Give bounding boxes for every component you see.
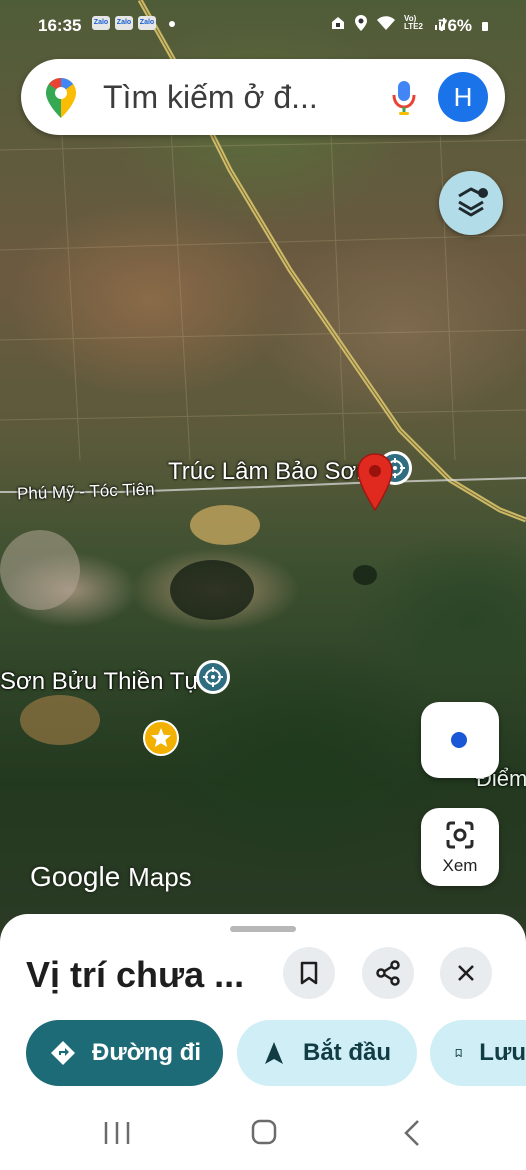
place-title: Vị trí chưa ... [26,954,245,995]
close-button[interactable] [440,947,492,999]
directions-button[interactable]: Đường đi [26,1020,223,1086]
status-icons: Vo) LTE2 [330,14,448,32]
lens-icon [446,821,474,849]
star-poi-icon[interactable] [143,720,179,756]
system-nav-bar [0,1100,526,1170]
save-label: Lưu [479,1039,526,1066]
sheet-drag-handle[interactable] [230,926,296,932]
wifi-icon [377,16,395,30]
google-maps-pin-icon [46,78,76,118]
place-label-truc-lam[interactable]: Trúc Lâm Bảo Sơn [168,458,370,486]
status-bar: 16:35 Zalo Zalo Zalo Vo) LTE2 76% [0,0,526,50]
view-button[interactable]: Xem [421,808,499,886]
zalo-notification-icon: Zalo [115,16,133,30]
google-maps-logo: Google Maps [30,861,192,892]
microphone-icon[interactable] [391,79,417,117]
save-button[interactable]: Lưu [430,1020,526,1086]
place-label-son-buu[interactable]: Sơn Bửu Thiền Tự [0,668,200,696]
location-icon [355,15,367,31]
search-bar[interactable]: Tìm kiếm ở đ... H [21,59,505,135]
temple-icon[interactable] [196,660,230,694]
zalo-notification-icon: Zalo [138,16,156,30]
status-time: 16:35 [38,16,82,35]
start-button[interactable]: Bắt đầu [237,1020,417,1086]
battery-icon [482,22,488,31]
my-location-button[interactable] [421,702,499,778]
recent-apps-icon[interactable] [102,1120,132,1146]
home-icon[interactable] [250,1118,278,1146]
share-icon [376,960,400,986]
layers-icon [458,187,488,217]
home-lock-icon [332,17,344,29]
location-dot-icon [451,732,467,748]
share-button[interactable] [362,947,414,999]
location-pin-icon[interactable] [356,452,394,517]
back-icon[interactable] [400,1118,424,1148]
layers-button[interactable] [439,171,503,235]
navigation-arrow-icon [265,1042,283,1064]
satellite-map[interactable]: Phú Mỹ - Tóc Tiên Trúc Lâm Bảo Sơn Sơn B… [0,0,526,920]
bookmark-icon [300,961,318,985]
search-input[interactable]: Tìm kiếm ở đ... [103,79,318,116]
bookmark-icon [455,1048,462,1058]
zalo-notification-icon: Zalo [92,16,110,30]
directions-label: Đường đi [92,1039,202,1066]
network-label: Vo) LTE2 [404,14,423,31]
view-button-label: Xem [442,856,478,875]
account-avatar[interactable]: H [438,72,488,122]
more-notifications-dot [169,21,175,27]
close-icon [458,965,474,981]
save-bookmark-button[interactable] [283,947,335,999]
start-label: Bắt đầu [303,1039,392,1066]
directions-icon [51,1041,75,1065]
battery-level: 76% [438,16,473,35]
